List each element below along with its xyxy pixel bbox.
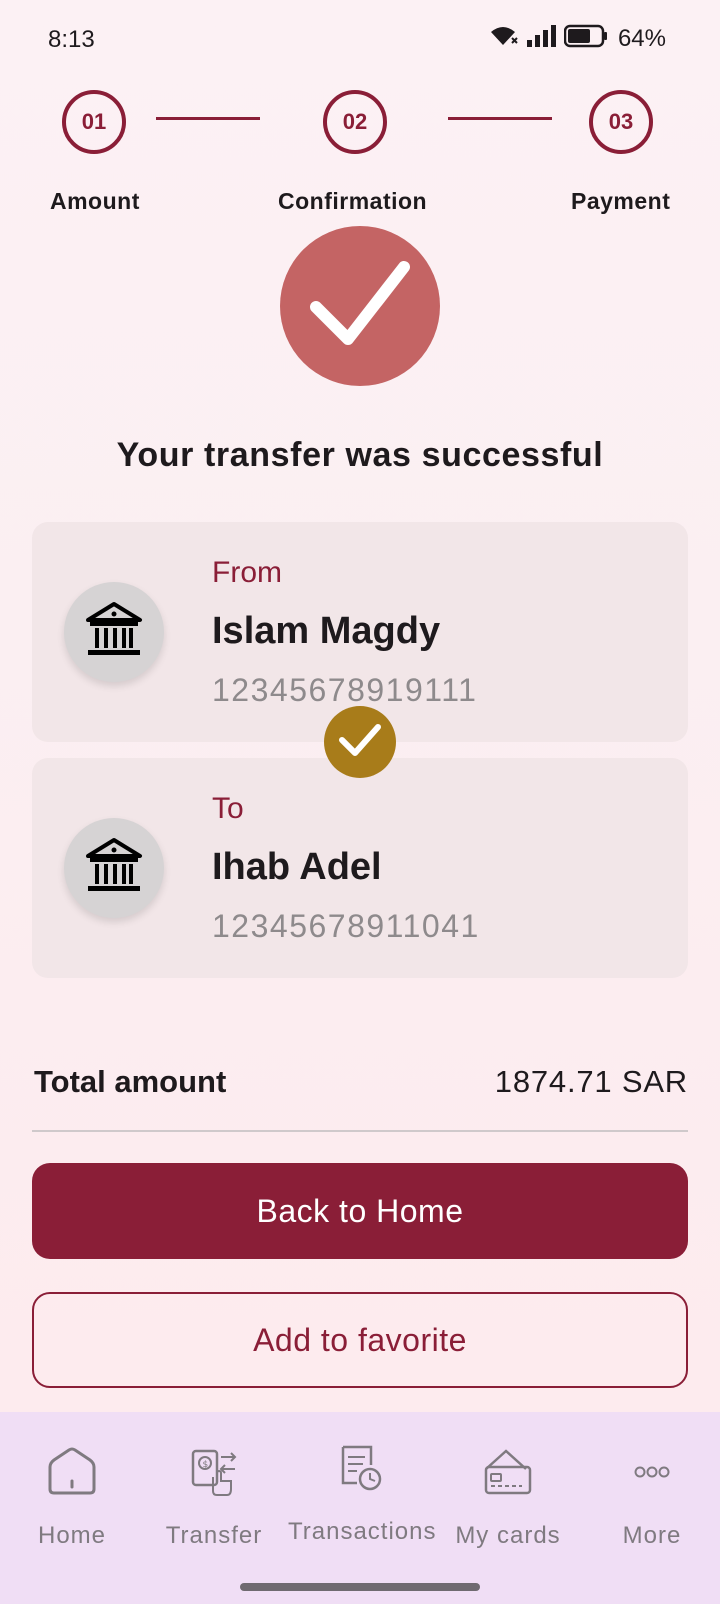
status-bar: 8:13 64% [0, 0, 720, 82]
step-3-circle: 03 [589, 90, 653, 154]
verified-badge [324, 706, 396, 778]
from-account-number: 12345678919111 [212, 672, 478, 708]
transfer-icon: $ [184, 1442, 244, 1502]
bottom-nav: Home $ Transfer Transactions My cards Mo… [0, 1412, 720, 1604]
bank-avatar [64, 582, 164, 682]
nav-label-more: More [622, 1522, 682, 1549]
divider [32, 1130, 688, 1132]
nav-item-transactions[interactable]: Transactions [288, 1412, 437, 1562]
status-time: 8:13 [48, 26, 95, 53]
bank-icon [84, 836, 144, 901]
success-circle [280, 226, 440, 386]
step-2-label: Confirmation [278, 188, 428, 214]
step-3-label: Payment [571, 188, 671, 214]
bank-avatar [64, 818, 164, 918]
back-to-home-button[interactable]: Back to Home [32, 1163, 688, 1259]
to-label: To [212, 792, 244, 825]
total-amount-label: Total amount [34, 1064, 227, 1099]
add-to-favorite-button[interactable]: Add to favorite [32, 1292, 688, 1388]
from-label: From [212, 556, 282, 589]
nav-label-transfer: Transfer [165, 1522, 263, 1549]
step-2-circle: 02 [323, 90, 387, 154]
cards-icon [478, 1442, 538, 1502]
checkmark-icon [310, 259, 410, 354]
step-1-label: Amount [50, 188, 140, 214]
nav-label-transactions: Transactions [288, 1518, 437, 1545]
battery-percent: 64% [617, 24, 666, 52]
status-icons: 64% [488, 24, 666, 53]
signal-icon [526, 24, 556, 53]
svg-text:$: $ [203, 1460, 209, 1470]
nav-label-my-cards: My cards [455, 1522, 561, 1549]
nav-label-home: Home [37, 1522, 107, 1549]
checkmark-icon [338, 722, 382, 763]
from-name: Islam Magdy [212, 610, 441, 652]
nav-item-my-cards[interactable]: My cards [436, 1412, 580, 1562]
nav-item-more[interactable]: More [580, 1412, 720, 1562]
step-connector-1 [156, 117, 260, 120]
to-name: Ihab Adel [212, 846, 382, 888]
wifi-icon [488, 24, 518, 53]
step-connector-2 [448, 117, 552, 120]
transactions-icon [330, 1438, 390, 1498]
success-title: Your transfer was successful [116, 436, 604, 474]
to-account-card: To Ihab Adel 12345678911041 [32, 758, 688, 978]
nav-item-home[interactable]: Home [0, 1412, 144, 1562]
home-indicator[interactable] [240, 1583, 480, 1591]
total-amount-value: 1874.71 SAR [494, 1064, 688, 1099]
to-account-number: 12345678911041 [212, 908, 480, 944]
battery-icon [563, 24, 608, 53]
nav-item-transfer[interactable]: $ Transfer [142, 1412, 286, 1562]
bank-icon [84, 600, 144, 665]
home-icon [42, 1442, 102, 1502]
more-icon [622, 1442, 682, 1502]
step-1-circle: 01 [62, 90, 126, 154]
